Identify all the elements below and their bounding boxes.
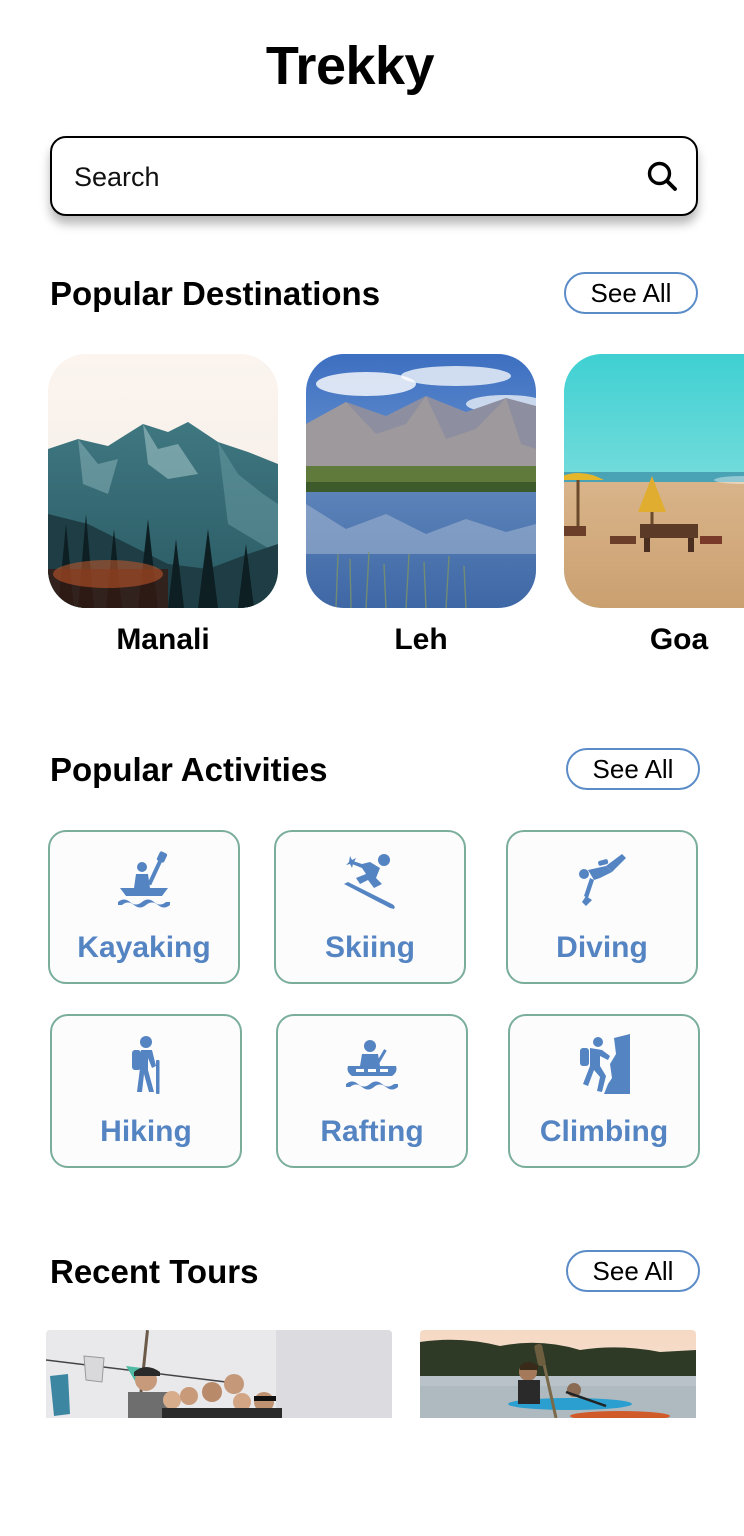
skiing-icon: [344, 854, 395, 909]
activity-tile-rafting[interactable]: Rafting: [276, 1014, 468, 1168]
destination-image-manali: [48, 354, 278, 608]
activity-tile-hiking[interactable]: Hiking: [50, 1014, 242, 1168]
destination-image-leh: [306, 354, 536, 608]
app-title: Trekky: [265, 36, 435, 96]
destination-card-manali[interactable]: Manali: [48, 354, 278, 660]
activity-label: Skiing: [324, 931, 415, 964]
destination-name: Goa: [649, 623, 709, 656]
destination-image-goa: [564, 354, 744, 608]
section-title-tours: Recent Tours: [50, 1253, 259, 1290]
destination-card-leh[interactable]: Leh: [306, 354, 536, 660]
activity-label: Hiking: [100, 1115, 192, 1148]
section-title-activities: Popular Activities: [50, 751, 328, 788]
activity-label: Climbing: [539, 1115, 669, 1148]
see-all-destinations-button[interactable]: See All: [564, 272, 698, 314]
hiking-icon: [132, 1036, 160, 1094]
search-bar[interactable]: [50, 136, 698, 216]
kayaking-icon: [118, 851, 170, 908]
search-input[interactable]: [72, 156, 616, 198]
activity-label: Kayaking: [77, 931, 211, 964]
search-icon[interactable]: [646, 160, 678, 192]
climbing-icon: [580, 1034, 630, 1094]
tour-card-kayak-photo[interactable]: [420, 1330, 696, 1418]
activity-label: Rafting: [320, 1115, 424, 1148]
activity-tile-kayaking[interactable]: Kayaking: [48, 830, 240, 984]
see-all-activities-button[interactable]: See All: [566, 748, 700, 790]
diving-icon: [579, 854, 626, 906]
tour-card-group-photo[interactable]: [46, 1330, 392, 1418]
see-all-tours-button[interactable]: See All: [566, 1250, 700, 1292]
destination-card-goa[interactable]: Goa: [564, 354, 744, 660]
rafting-icon: [346, 1040, 398, 1090]
destination-name: Leh: [394, 623, 448, 656]
activity-tile-skiing[interactable]: Skiing: [274, 830, 466, 984]
activity-label: Diving: [556, 931, 648, 964]
activity-tile-diving[interactable]: Diving: [506, 830, 698, 984]
destination-name: Manali: [116, 623, 210, 656]
activity-tile-climbing[interactable]: Climbing: [508, 1014, 700, 1168]
section-title-destinations: Popular Destinations: [50, 275, 381, 312]
